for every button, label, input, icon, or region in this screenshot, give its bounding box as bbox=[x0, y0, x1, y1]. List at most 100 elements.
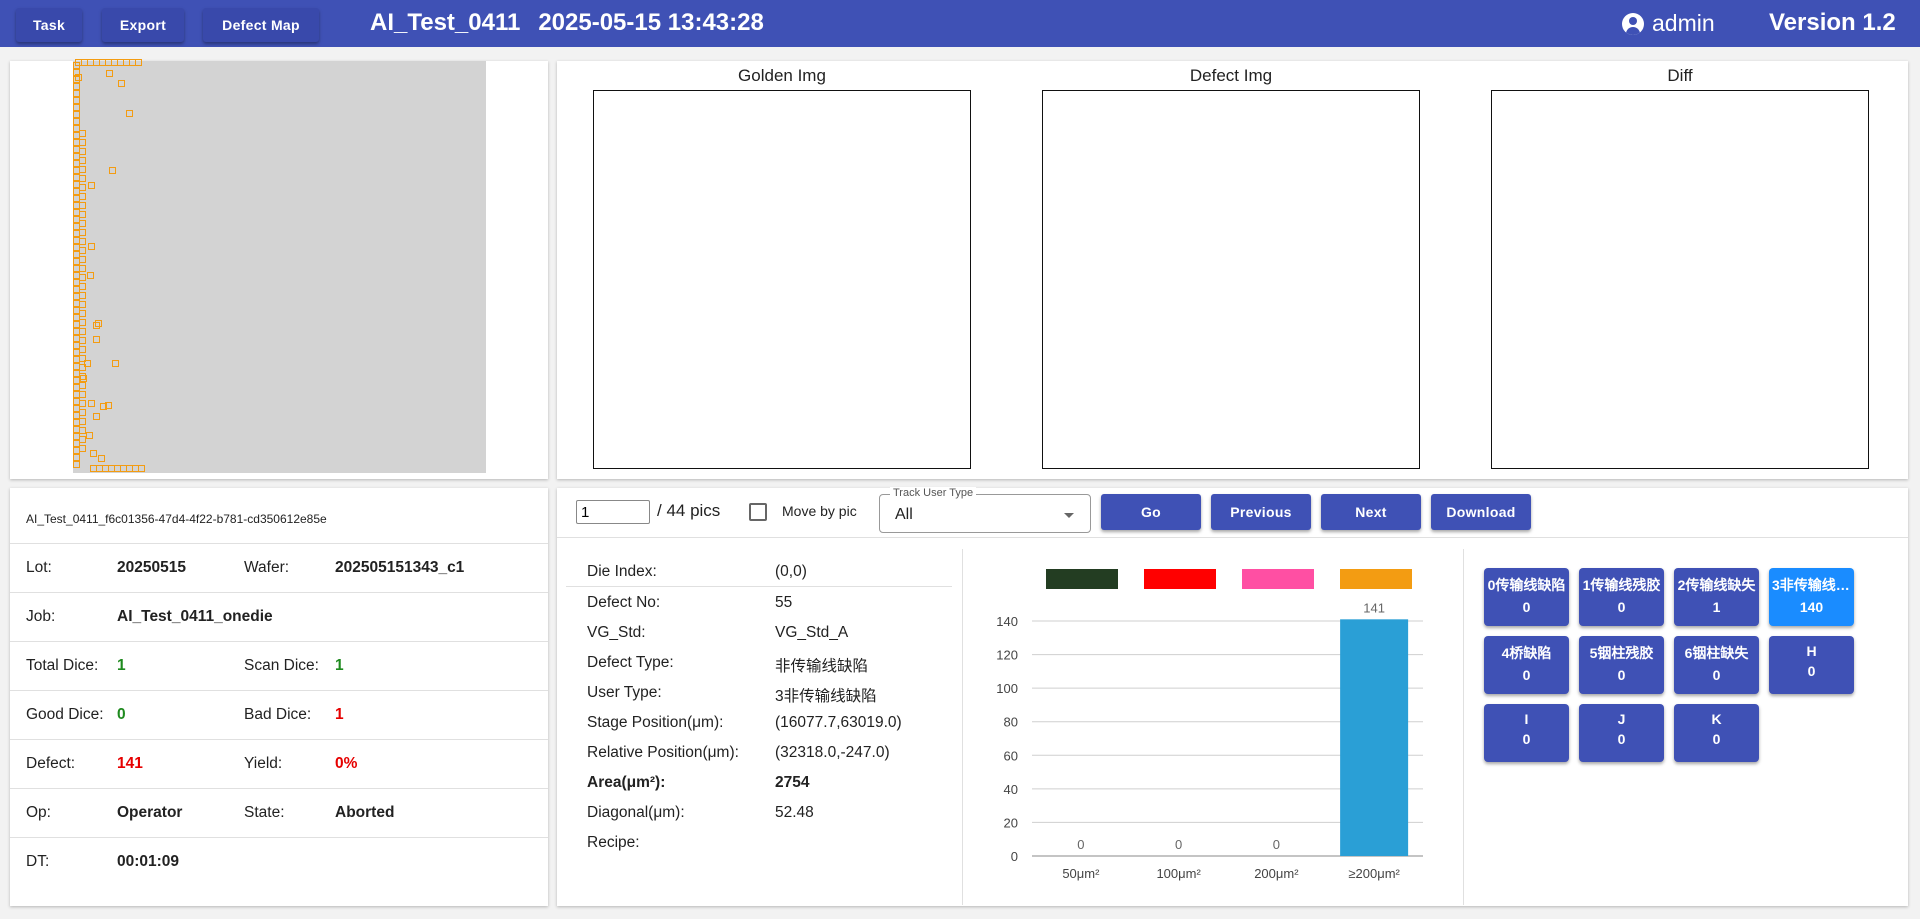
defect-marker[interactable] bbox=[79, 193, 86, 200]
defect-marker[interactable] bbox=[79, 418, 86, 425]
defect-marker[interactable] bbox=[79, 139, 86, 146]
defect-map-button[interactable]: Defect Map bbox=[203, 8, 319, 42]
defect-marker[interactable] bbox=[73, 97, 80, 104]
defect-type-label: Defect Type: bbox=[587, 654, 674, 671]
wafer-map[interactable] bbox=[73, 61, 486, 473]
download-button[interactable]: Download bbox=[1431, 494, 1531, 530]
category-count: 0 bbox=[1617, 731, 1626, 747]
defect-marker[interactable] bbox=[73, 118, 80, 125]
category-button[interactable]: I0 bbox=[1484, 704, 1569, 762]
detail-defect-type: Defect Type: 非传输线缺陷 bbox=[566, 648, 952, 678]
defect-marker[interactable] bbox=[79, 436, 86, 443]
dt-label: DT: bbox=[26, 853, 50, 870]
info-row-job: Job: AI_Test_0411_onedie bbox=[10, 592, 548, 641]
category-button[interactable]: 3非传输线缺陷 140 bbox=[1769, 568, 1854, 626]
page-number-input[interactable] bbox=[576, 500, 650, 524]
category-button[interactable]: 6铟柱缺失 0 bbox=[1674, 636, 1759, 694]
defect-marker[interactable] bbox=[79, 400, 86, 407]
defect-no-value: 55 bbox=[775, 594, 793, 611]
defect-marker[interactable] bbox=[79, 427, 86, 434]
defect-marker[interactable] bbox=[73, 461, 80, 468]
defect-marker[interactable] bbox=[79, 301, 86, 308]
defect-marker[interactable] bbox=[75, 74, 82, 81]
defect-marker[interactable] bbox=[93, 413, 100, 420]
defect-marker[interactable] bbox=[79, 328, 86, 335]
total-dice-label: Total Dice: bbox=[26, 657, 99, 674]
defect-marker[interactable] bbox=[80, 375, 87, 382]
next-button[interactable]: Next bbox=[1321, 494, 1421, 530]
defect-marker[interactable] bbox=[79, 211, 86, 218]
defect-marker[interactable] bbox=[106, 70, 113, 77]
category-button[interactable]: J0 bbox=[1579, 704, 1664, 762]
defect-marker[interactable] bbox=[88, 243, 95, 250]
defect-marker[interactable] bbox=[73, 83, 80, 90]
defect-marker[interactable] bbox=[98, 455, 105, 462]
defect-marker[interactable] bbox=[79, 184, 86, 191]
category-button[interactable]: 4桥缺陷 0 bbox=[1484, 636, 1569, 694]
defect-marker[interactable] bbox=[84, 360, 91, 367]
defect-marker[interactable] bbox=[88, 400, 95, 407]
defect-marker[interactable] bbox=[90, 450, 97, 457]
defect-marker[interactable] bbox=[109, 167, 116, 174]
defect-marker[interactable] bbox=[79, 382, 86, 389]
defect-marker[interactable] bbox=[79, 238, 86, 245]
category-button[interactable]: 2传输线缺失 1 bbox=[1674, 568, 1759, 626]
scan-dice-label: Scan Dice: bbox=[244, 657, 319, 674]
defect-marker[interactable] bbox=[79, 130, 86, 137]
defect-marker[interactable] bbox=[88, 182, 95, 189]
info-row-op: Op: Operator State: Aborted bbox=[10, 788, 548, 837]
defect-marker[interactable] bbox=[79, 247, 86, 254]
data-label: 0 bbox=[1273, 837, 1280, 852]
defect-marker[interactable] bbox=[79, 202, 86, 209]
category-button[interactable]: H0 bbox=[1769, 636, 1854, 694]
defect-marker[interactable] bbox=[79, 229, 86, 236]
category-button[interactable]: 1传输线残胶 0 bbox=[1579, 568, 1664, 626]
export-button[interactable]: Export bbox=[102, 8, 184, 42]
defect-marker[interactable] bbox=[79, 256, 86, 263]
defect-marker[interactable] bbox=[118, 80, 125, 87]
defect-marker[interactable] bbox=[79, 274, 86, 281]
move-by-pic-checkbox[interactable] bbox=[749, 503, 767, 521]
defect-marker[interactable] bbox=[79, 283, 86, 290]
defect-marker[interactable] bbox=[79, 445, 86, 452]
defect-marker[interactable] bbox=[73, 454, 80, 461]
defect-marker[interactable] bbox=[79, 292, 86, 299]
category-button[interactable]: 5铟柱残胶 0 bbox=[1579, 636, 1664, 694]
go-button[interactable]: Go bbox=[1101, 494, 1201, 530]
previous-button[interactable]: Previous bbox=[1211, 494, 1311, 530]
defect-marker[interactable] bbox=[79, 175, 86, 182]
defect-marker[interactable] bbox=[112, 360, 119, 367]
defect-marker[interactable] bbox=[79, 409, 86, 416]
category-button[interactable]: K0 bbox=[1674, 704, 1759, 762]
defect-marker[interactable] bbox=[79, 391, 86, 398]
defect-marker[interactable] bbox=[135, 59, 142, 66]
defect-marker[interactable] bbox=[93, 336, 100, 343]
defect-marker[interactable] bbox=[138, 465, 145, 472]
defect-marker[interactable] bbox=[79, 220, 86, 227]
defect-marker[interactable] bbox=[86, 432, 93, 439]
x-tick-label: 200μm² bbox=[1254, 866, 1299, 881]
defect-marker[interactable] bbox=[79, 148, 86, 155]
defect-marker[interactable] bbox=[73, 111, 80, 118]
defect-marker[interactable] bbox=[95, 320, 102, 327]
user-menu[interactable]: admin bbox=[1622, 10, 1715, 37]
task-button[interactable]: Task bbox=[16, 8, 82, 42]
diff-img-label: Diff bbox=[1667, 66, 1693, 85]
defect-marker[interactable] bbox=[126, 110, 133, 117]
bar bbox=[1340, 619, 1409, 856]
legend-swatch bbox=[1340, 569, 1412, 589]
defect-marker[interactable] bbox=[73, 90, 80, 97]
legend-swatch bbox=[1046, 569, 1118, 589]
defect-marker[interactable] bbox=[79, 319, 86, 326]
defect-marker[interactable] bbox=[79, 265, 86, 272]
defect-marker[interactable] bbox=[79, 166, 86, 173]
defect-marker[interactable] bbox=[73, 104, 80, 111]
defect-marker[interactable] bbox=[79, 337, 86, 344]
category-button[interactable]: 0传输线缺陷 0 bbox=[1484, 568, 1569, 626]
defect-marker[interactable] bbox=[105, 402, 112, 409]
defect-marker[interactable] bbox=[79, 310, 86, 317]
defect-marker[interactable] bbox=[87, 272, 94, 279]
defect-marker[interactable] bbox=[79, 157, 86, 164]
defect-marker[interactable] bbox=[79, 346, 86, 353]
y-tick-label: 40 bbox=[1004, 782, 1018, 797]
